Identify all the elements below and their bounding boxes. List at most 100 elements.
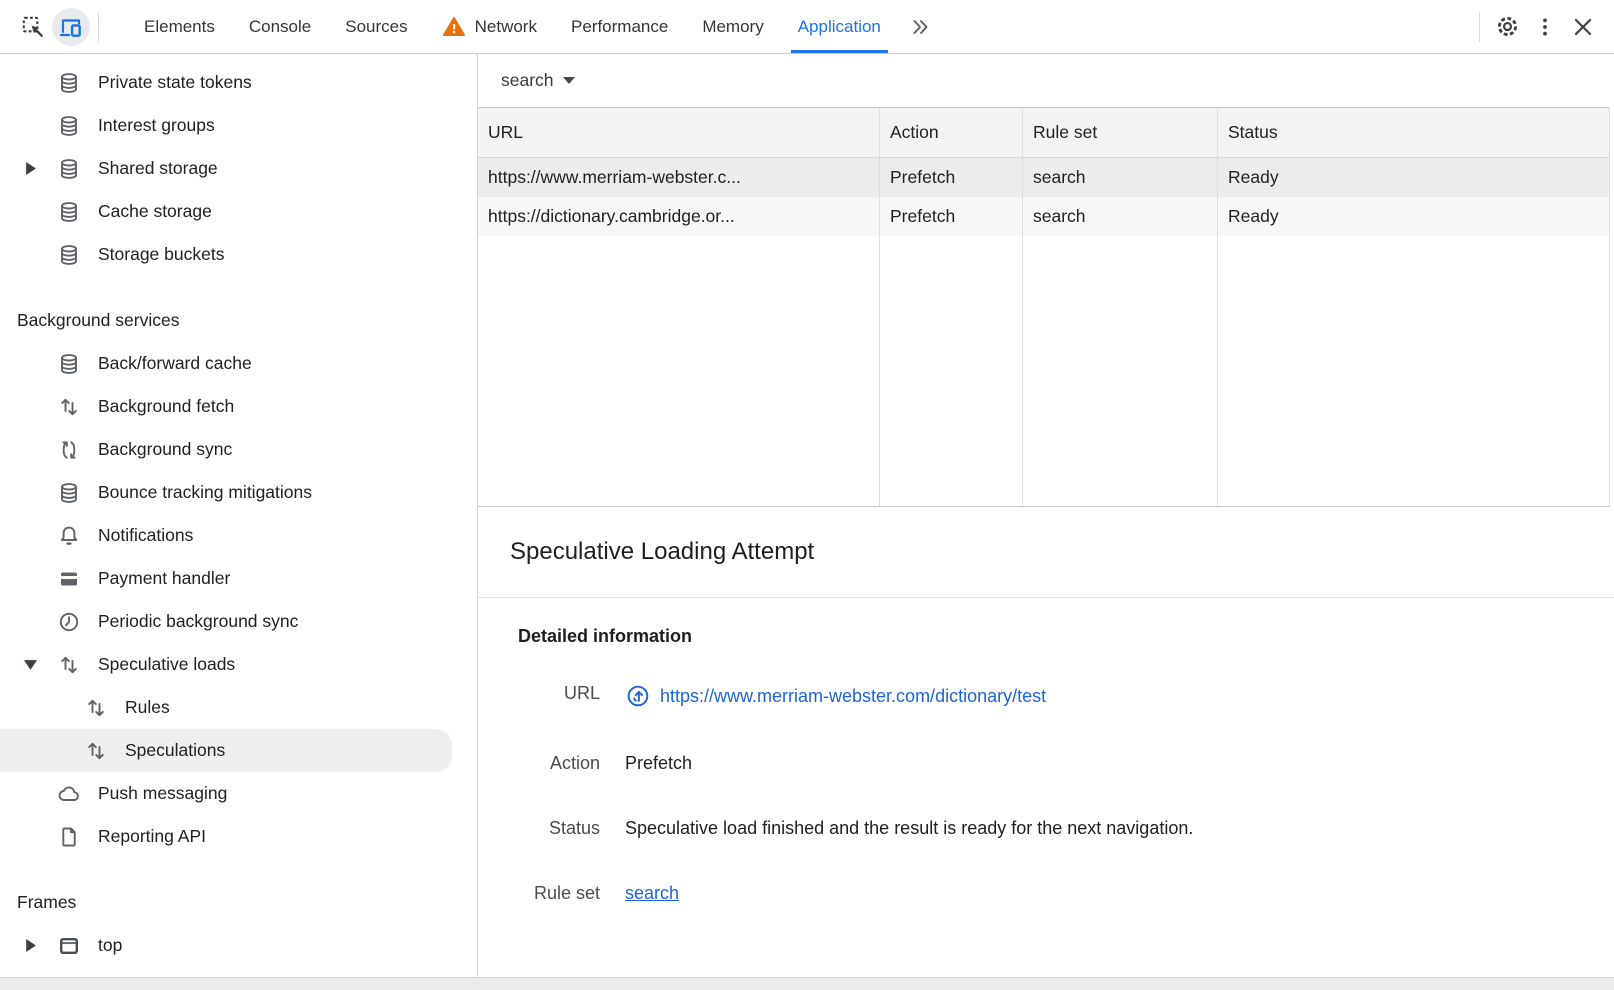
tab-label: Network: [475, 17, 537, 37]
toolbar-separator: [98, 12, 99, 42]
column-header-status[interactable]: Status: [1218, 108, 1609, 158]
database-icon: [57, 481, 81, 505]
expand-arrow-icon[interactable]: [22, 162, 38, 175]
more-tabs-button[interactable]: [898, 0, 942, 53]
detail-value: Speculative load finished and the result…: [625, 818, 1193, 839]
open-url-icon[interactable]: [625, 683, 651, 709]
sidebar-item-background-sync[interactable]: Background sync: [0, 428, 452, 471]
database-icon: [57, 243, 81, 267]
toolbar-separator: [1479, 12, 1480, 42]
table-row-2-cell[interactable]: search: [1023, 197, 1218, 236]
devtools-tabbar: Elements Console Sources Network Performance…: [0, 0, 1614, 54]
doc-icon: [57, 825, 81, 849]
sidebar-item-label: Storage buckets: [98, 244, 224, 265]
attempt-section-title: Speculative Loading Attempt: [478, 507, 1614, 598]
expand-arrow-icon[interactable]: [22, 939, 38, 952]
tab-label: Performance: [571, 17, 668, 37]
sidebar-item-cache-storage[interactable]: Cache storage: [0, 190, 452, 233]
sidebar-section-background-services: Background services: [0, 299, 477, 342]
sidebar-item-notifications[interactable]: Notifications: [0, 514, 452, 557]
tab-application[interactable]: Application: [781, 0, 898, 53]
sidebar-item-label: Push messaging: [98, 783, 227, 804]
table-row-2-cell[interactable]: Prefetch: [880, 197, 1023, 236]
column-header-action[interactable]: Action: [880, 108, 1023, 158]
collapse-arrow-icon[interactable]: [22, 659, 38, 670]
sidebar-item-label: top: [98, 935, 122, 956]
updown-icon: [84, 696, 108, 720]
inspect-element-icon[interactable]: [14, 8, 52, 46]
table-empty-area: [880, 236, 1023, 506]
tab-network[interactable]: Network: [425, 0, 554, 53]
table-row-1-cell[interactable]: Ready: [1218, 158, 1609, 197]
sidebar-item-label: Background fetch: [98, 396, 234, 417]
updown-icon: [57, 395, 81, 419]
sidebar-item-shared-storage[interactable]: Shared storage: [0, 147, 452, 190]
table-row-1-cell[interactable]: search: [1023, 158, 1218, 197]
table-empty-area: [1218, 236, 1609, 506]
database-icon: [57, 114, 81, 138]
sidebar-item-bounce-tracking-mitigations[interactable]: Bounce tracking mitigations: [0, 471, 452, 514]
toggle-device-toolbar-icon[interactable]: [52, 8, 90, 46]
table-row-2-cell[interactable]: Ready: [1218, 197, 1609, 236]
tab-sources[interactable]: Sources: [328, 0, 424, 53]
table-row-1-cell[interactable]: Prefetch: [880, 158, 1023, 197]
sidebar-item-label: Reporting API: [98, 826, 206, 847]
sidebar-item-top[interactable]: top: [0, 924, 452, 967]
cloud-icon: [57, 782, 81, 806]
sidebar-item-label: Payment handler: [98, 568, 230, 589]
sidebar-item-label: Speculative loads: [98, 654, 235, 675]
detail-label: Action: [518, 753, 600, 774]
tab-elements[interactable]: Elements: [127, 0, 232, 53]
sidebar-item-rules[interactable]: Rules: [0, 686, 452, 729]
tab-label: Memory: [702, 17, 763, 37]
more-options-icon[interactable]: [1526, 8, 1564, 46]
sidebar-item-speculations[interactable]: Speculations: [0, 729, 452, 772]
sidebar-item-periodic-background-sync[interactable]: Periodic background sync: [0, 600, 452, 643]
sidebar-item-label: Bounce tracking mitigations: [98, 482, 312, 503]
settings-icon[interactable]: [1488, 8, 1526, 46]
tab-label: Console: [249, 17, 311, 37]
tab-label: Elements: [144, 17, 215, 37]
sidebar-item-label: Speculations: [125, 740, 225, 761]
close-icon[interactable]: [1564, 8, 1602, 46]
sidebar-item-private-state-tokens[interactable]: Private state tokens: [0, 61, 452, 104]
database-icon: [57, 352, 81, 376]
tab-performance[interactable]: Performance: [554, 0, 685, 53]
detail-row-status: StatusSpeculative load finished and the …: [518, 818, 1614, 839]
database-icon: [57, 71, 81, 95]
tab-label: Application: [798, 17, 881, 37]
rule-set-link[interactable]: search: [625, 883, 679, 904]
attempt-url-link[interactable]: https://www.merriam-webster.com/dictiona…: [660, 686, 1046, 707]
sidebar-item-background-fetch[interactable]: Background fetch: [0, 385, 452, 428]
column-header-rule-set[interactable]: Rule set: [1023, 108, 1218, 158]
sidebar-item-storage-buckets[interactable]: Storage buckets: [0, 233, 452, 276]
application-sidebar: Private state tokensInterest groups Share…: [0, 54, 478, 977]
sidebar-item-interest-groups[interactable]: Interest groups: [0, 104, 452, 147]
sidebar-item-back-forward-cache[interactable]: Back/forward cache: [0, 342, 452, 385]
sidebar-item-label: Shared storage: [98, 158, 218, 179]
devtools-bottom-edge: [0, 977, 1614, 990]
tab-memory[interactable]: Memory: [685, 0, 780, 53]
table-row-1-cell[interactable]: https://www.merriam-webster.c...: [478, 158, 880, 197]
frame-icon: [57, 934, 81, 958]
speculations-toolbar: search: [478, 54, 1614, 107]
dropdown-caret-icon: [563, 77, 575, 84]
detail-row-url: URLhttps://www.merriam-webster.com/dicti…: [518, 683, 1614, 709]
sidebar-item-reporting-api[interactable]: Reporting API: [0, 815, 452, 858]
ruleset-filter-dropdown[interactable]: search: [501, 70, 575, 91]
column-header-url[interactable]: URL: [478, 108, 880, 158]
sidebar-item-label: Back/forward cache: [98, 353, 252, 374]
sidebar-item-speculative-loads[interactable]: Speculative loads: [0, 643, 452, 686]
attempt-details: Detailed information URLhttps://www.merr…: [478, 598, 1614, 948]
table-row-2-cell[interactable]: https://dictionary.cambridge.or...: [478, 197, 880, 236]
card-icon: [57, 567, 81, 591]
sidebar-item-label: Cache storage: [98, 201, 212, 222]
sidebar-item-push-messaging[interactable]: Push messaging: [0, 772, 452, 815]
ruleset-filter-label: search: [501, 70, 554, 91]
tab-label: Sources: [345, 17, 407, 37]
tab-console[interactable]: Console: [232, 0, 328, 53]
sidebar-item-payment-handler[interactable]: Payment handler: [0, 557, 452, 600]
database-icon: [57, 157, 81, 181]
bell-icon: [57, 524, 81, 548]
detail-row-action: ActionPrefetch: [518, 753, 1614, 774]
